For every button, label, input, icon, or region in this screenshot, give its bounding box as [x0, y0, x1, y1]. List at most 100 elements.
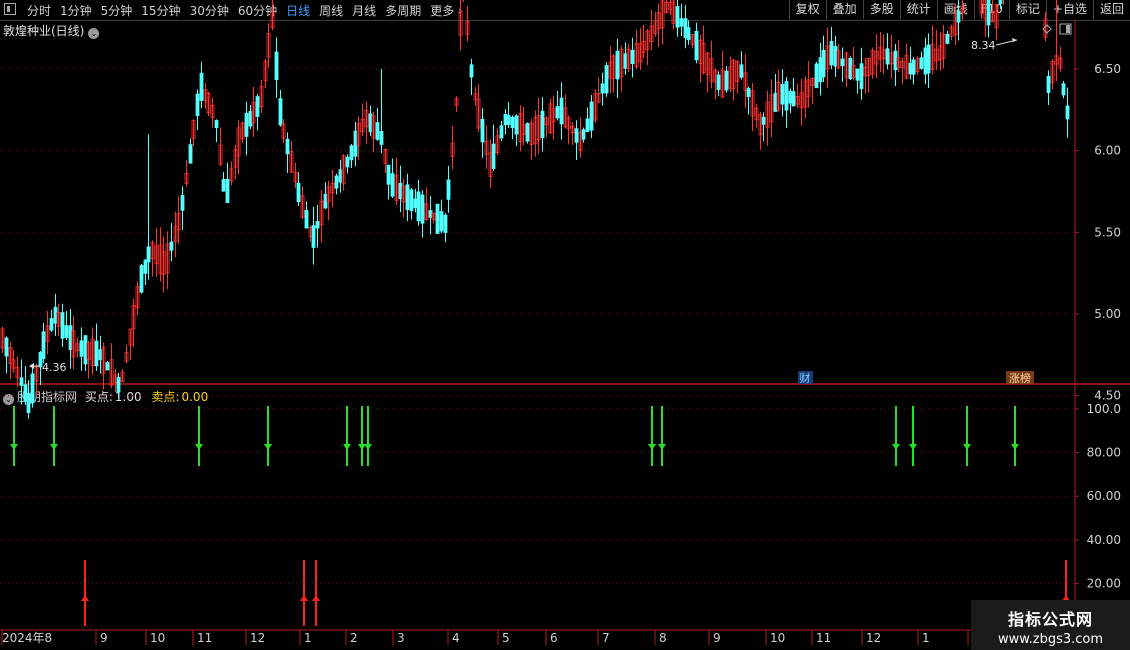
- candle-body: [443, 214, 448, 233]
- candle-body: [585, 118, 590, 133]
- indicator-tick-label: 100.0: [1087, 402, 1121, 416]
- indicator-tick-label: 80.00: [1087, 446, 1121, 460]
- candle-body: [315, 221, 320, 229]
- candle-body: [893, 50, 898, 71]
- candle-body: [221, 179, 226, 192]
- sell-signal-arrow: [195, 444, 203, 450]
- candle-body: [274, 51, 279, 81]
- sell-signal-arrow: [963, 444, 971, 450]
- time-tick-label: 5: [502, 631, 510, 645]
- candle-body: [746, 88, 751, 97]
- candle-body: [525, 123, 530, 142]
- watermark-title: 指标公式网: [1007, 610, 1093, 629]
- candle-body: [79, 340, 84, 357]
- candle-body: [334, 175, 339, 189]
- finance-badge: 财: [800, 371, 811, 385]
- candle-body: [116, 376, 121, 393]
- price-tick-label: 5.00: [1094, 307, 1121, 321]
- candle-body: [105, 362, 110, 371]
- candle-body: [1065, 105, 1070, 120]
- candle-body: [885, 48, 890, 65]
- candle-body: [499, 125, 504, 139]
- candle-body: [53, 306, 58, 324]
- candle-body: [788, 91, 793, 104]
- buy-signal-arrow: [300, 595, 308, 601]
- candle-body: [814, 63, 819, 89]
- time-tick-label: 7: [602, 631, 610, 645]
- candle-body: [469, 64, 474, 78]
- candle-body: [143, 259, 148, 274]
- candle-body: [244, 112, 249, 137]
- candle-body: [255, 96, 260, 117]
- candle-body: [1061, 83, 1066, 96]
- candle-body: [64, 325, 69, 338]
- candle-body: [435, 203, 440, 234]
- sell-signal-arrow: [648, 444, 656, 450]
- candle-body: [784, 81, 789, 111]
- sell-signal-arrow: [50, 444, 58, 450]
- price-tick-label: 6.00: [1094, 144, 1121, 158]
- candle-body: [398, 182, 403, 200]
- time-tick-label: 10: [770, 631, 785, 645]
- candle-body: [296, 182, 301, 203]
- candle-body: [555, 106, 560, 119]
- candle-body: [574, 128, 579, 143]
- candle-body: [405, 184, 410, 210]
- candle-body: [514, 115, 519, 135]
- candle-body: [926, 44, 931, 74]
- candle-body: [630, 49, 635, 64]
- sell-signal-arrow: [892, 444, 900, 450]
- candles-group: [0, 0, 1070, 419]
- low-price-label: 4.36: [42, 361, 67, 374]
- candle-body: [679, 18, 684, 27]
- sell-signal-arrow: [364, 444, 372, 450]
- sell-signal-arrow: [343, 444, 351, 450]
- candle-body: [248, 111, 253, 127]
- candle-body: [559, 97, 564, 125]
- layout-icon-fill: [1066, 25, 1070, 33]
- candle-body: [225, 178, 230, 203]
- sell-signal-arrow: [1011, 444, 1019, 450]
- candle-body: [214, 120, 219, 129]
- sell-signal-arrow: [909, 444, 917, 450]
- candle-body: [420, 194, 425, 224]
- price-tick-label: 6.50: [1094, 62, 1121, 76]
- candle-body: [386, 164, 391, 185]
- candle-body: [510, 116, 515, 129]
- candle-body: [349, 145, 354, 161]
- candle-body: [4, 337, 9, 357]
- time-tick-label: 3: [397, 631, 405, 645]
- candle-body: [833, 45, 838, 67]
- candle-body: [581, 129, 586, 140]
- candle-body: [278, 98, 283, 126]
- low-arrow-head: [29, 363, 34, 369]
- candle-body: [945, 33, 950, 44]
- candle-body: [345, 156, 350, 168]
- candle-body: [986, 0, 991, 26]
- candle-body: [379, 131, 384, 145]
- candle-body: [311, 225, 316, 248]
- candle-body: [139, 265, 144, 293]
- time-tick-label: 2024年8: [2, 631, 52, 645]
- candle-body: [375, 122, 380, 140]
- candle-body: [428, 210, 433, 218]
- time-tick-label: 10: [150, 631, 165, 645]
- candle-body: [390, 173, 395, 197]
- time-tick-label: 11: [816, 631, 831, 645]
- candle-body: [304, 209, 309, 229]
- candle-body: [911, 59, 916, 75]
- candle-body: [739, 64, 744, 78]
- candle-body: [41, 331, 46, 360]
- candle-body: [848, 57, 853, 80]
- indicator-tick-label: 20.00: [1087, 576, 1121, 590]
- candle-body: [998, 0, 1003, 5]
- candle-body: [1046, 75, 1051, 93]
- candle-body: [923, 47, 928, 75]
- candle-body: [491, 143, 496, 169]
- candle-body: [855, 68, 860, 81]
- candle-body: [413, 198, 418, 208]
- candle-body: [716, 74, 721, 91]
- chart-canvas[interactable]: 8.007.507.006.506.005.505.004.50100.080.…: [0, 0, 1130, 650]
- candle-body: [199, 72, 204, 101]
- candle-body: [829, 41, 834, 66]
